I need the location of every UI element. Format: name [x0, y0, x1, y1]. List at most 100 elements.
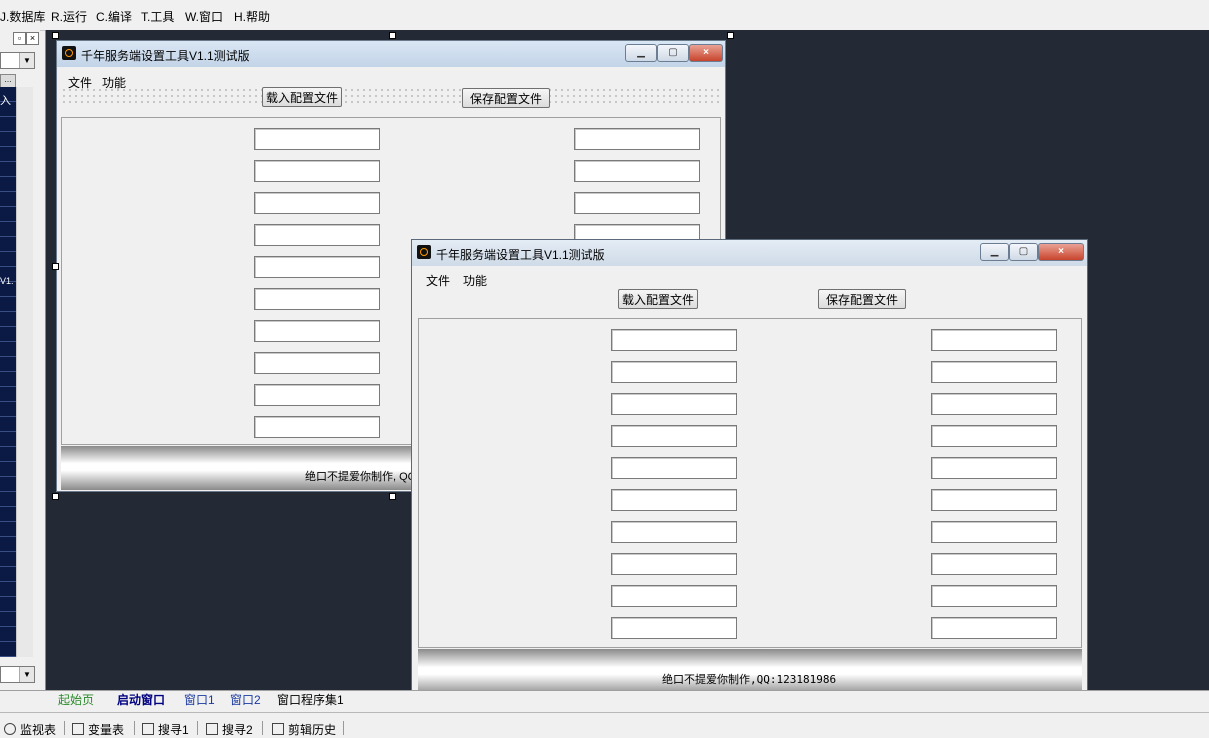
- text-field[interactable]: [611, 553, 737, 575]
- resize-handle[interactable]: [389, 32, 396, 39]
- text-field[interactable]: [931, 393, 1057, 415]
- property-list[interactable]: [0, 87, 16, 657]
- window-title: 千年服务端设置工具V1.1测试版: [436, 248, 605, 262]
- text-field[interactable]: [254, 288, 380, 310]
- save-config-button[interactable]: 保存配置文件: [818, 289, 906, 309]
- app-icon: [417, 245, 431, 259]
- menu-function[interactable]: 功能: [463, 272, 487, 289]
- text-field[interactable]: [611, 585, 737, 607]
- search1-tab[interactable]: 搜寻1: [142, 721, 189, 738]
- resize-handle[interactable]: [52, 493, 59, 500]
- main-menubar: J.数据库 R.运行 C.编译 T.工具 W.窗口 H.帮助: [0, 0, 1209, 31]
- menu-run[interactable]: R.运行: [51, 8, 87, 25]
- property-list-scrollbar[interactable]: [16, 87, 33, 657]
- panel-close-icon[interactable]: ×: [26, 32, 39, 45]
- footer-text: 绝口不提爱你制作, QQ: [305, 471, 417, 483]
- tab-window-module[interactable]: 窗口程序集1: [277, 692, 344, 708]
- editor-tabs: 起始页 启动窗口 窗口1 窗口2 窗口程序集1: [0, 690, 1209, 711]
- close-icon[interactable]: ×: [1038, 243, 1084, 261]
- history-icon: [272, 723, 284, 735]
- document-icon: [206, 723, 218, 735]
- text-field[interactable]: [611, 521, 737, 543]
- search2-tab[interactable]: 搜寻2: [206, 721, 253, 738]
- text-field[interactable]: [611, 425, 737, 447]
- search-icon: [4, 723, 16, 735]
- chevron-down-icon[interactable]: ▼: [19, 53, 34, 68]
- text-field[interactable]: [254, 416, 380, 438]
- window-titlebar[interactable]: 千年服务端设置工具V1.1测试版 ▁ ▢ ×: [412, 240, 1087, 266]
- variables-tab[interactable]: 变量表: [72, 721, 124, 738]
- menu-database[interactable]: J.数据库: [0, 8, 45, 25]
- text-field[interactable]: [254, 384, 380, 406]
- window-running-front[interactable]: 千年服务端设置工具V1.1测试版 ▁ ▢ × 文件 功能 载入配置文件 保存配置…: [411, 239, 1088, 701]
- text-field[interactable]: [574, 128, 700, 150]
- close-icon[interactable]: ×: [689, 44, 723, 62]
- watch-tab[interactable]: 监视表: [4, 721, 56, 738]
- maximize-icon[interactable]: ▢: [1009, 243, 1038, 261]
- load-config-button[interactable]: 载入配置文件: [262, 87, 342, 107]
- tab-startup-window[interactable]: 启动窗口: [117, 692, 165, 708]
- menu-tools[interactable]: T.工具: [141, 8, 174, 25]
- left-combo-bottom[interactable]: ▼: [0, 666, 35, 683]
- text-field[interactable]: [254, 224, 380, 246]
- divider: [64, 721, 65, 735]
- divider: [197, 721, 198, 735]
- tab-start-page[interactable]: 起始页: [58, 692, 94, 708]
- tab-window2[interactable]: 窗口2: [230, 692, 261, 708]
- text-field[interactable]: [574, 192, 700, 214]
- text-field[interactable]: [254, 320, 380, 342]
- search2-label: 搜寻2: [222, 723, 253, 737]
- load-config-button[interactable]: 载入配置文件: [618, 289, 698, 309]
- left-combo-top[interactable]: ▼: [0, 52, 35, 69]
- text-field[interactable]: [611, 457, 737, 479]
- text-field[interactable]: [931, 489, 1057, 511]
- divider: [262, 721, 263, 735]
- text-field[interactable]: [931, 361, 1057, 383]
- text-field[interactable]: [254, 128, 380, 150]
- resize-handle[interactable]: [52, 263, 59, 270]
- save-config-button[interactable]: 保存配置文件: [462, 88, 550, 108]
- app-icon: [62, 46, 76, 60]
- text-field[interactable]: [254, 160, 380, 182]
- window-titlebar[interactable]: 千年服务端设置工具V1.1测试版 ▁ ▢ ×: [57, 41, 725, 67]
- divider: [343, 721, 344, 735]
- minimize-icon[interactable]: ▁: [980, 243, 1009, 261]
- input-panel: [418, 318, 1082, 648]
- text-field[interactable]: [254, 192, 380, 214]
- menu-help[interactable]: H.帮助: [234, 8, 270, 25]
- document-icon: [142, 723, 154, 735]
- text-field[interactable]: [254, 352, 380, 374]
- text-field[interactable]: [931, 329, 1057, 351]
- footer-text: 绝口不提爱你制作,QQ:123181986: [662, 673, 837, 686]
- list-header-button[interactable]: …: [0, 74, 16, 88]
- text-field[interactable]: [931, 585, 1057, 607]
- clip-history-tab[interactable]: 剪辑历史: [272, 721, 336, 738]
- chevron-down-icon[interactable]: ▼: [19, 667, 34, 682]
- text-field[interactable]: [611, 489, 737, 511]
- text-field[interactable]: [611, 361, 737, 383]
- text-field[interactable]: [611, 617, 737, 639]
- menu-window[interactable]: W.窗口: [185, 8, 223, 25]
- clip-history-label: 剪辑历史: [288, 723, 337, 737]
- maximize-icon[interactable]: ▢: [657, 44, 689, 62]
- resize-handle[interactable]: [389, 493, 396, 500]
- minimize-icon[interactable]: ▁: [625, 44, 657, 62]
- variables-icon: [72, 723, 84, 735]
- property-text-version: V1.: [0, 276, 14, 286]
- text-field[interactable]: [931, 425, 1057, 447]
- menu-file[interactable]: 文件: [426, 272, 450, 289]
- text-field[interactable]: [931, 553, 1057, 575]
- text-field[interactable]: [611, 329, 737, 351]
- tab-window1[interactable]: 窗口1: [184, 692, 215, 708]
- panel-restore-icon[interactable]: ▫: [13, 32, 26, 45]
- text-field[interactable]: [931, 457, 1057, 479]
- property-text: 入: [0, 95, 11, 107]
- resize-handle[interactable]: [52, 32, 59, 39]
- resize-handle[interactable]: [727, 32, 734, 39]
- text-field[interactable]: [254, 256, 380, 278]
- text-field[interactable]: [611, 393, 737, 415]
- text-field[interactable]: [931, 521, 1057, 543]
- menu-compile[interactable]: C.编译: [96, 8, 132, 25]
- text-field[interactable]: [931, 617, 1057, 639]
- text-field[interactable]: [574, 160, 700, 182]
